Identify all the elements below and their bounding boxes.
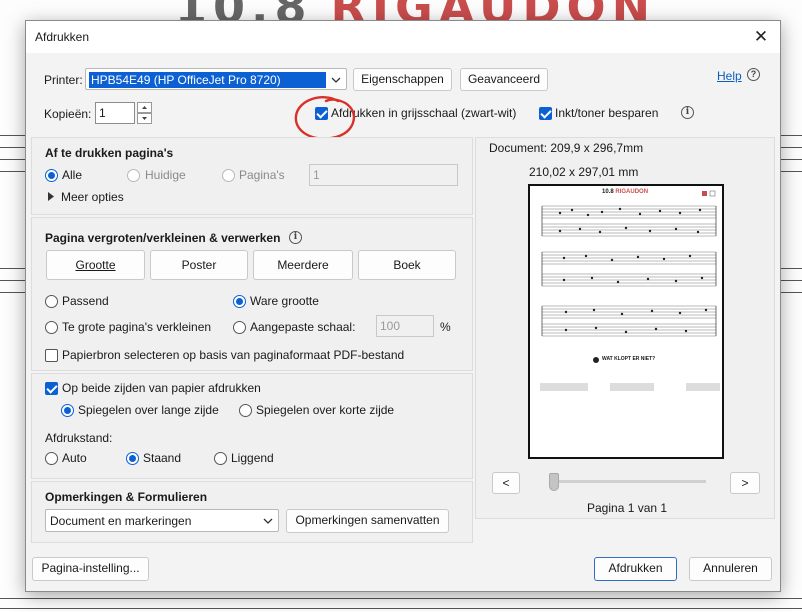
tab-size-label: Grootte — [75, 258, 116, 272]
printer-select[interactable]: HPB54E49 (HP OfficeJet Pro 8720) — [85, 68, 347, 90]
tab-multiple[interactable]: Meerdere — [253, 250, 353, 280]
help-link[interactable]: Help — [717, 69, 742, 83]
sizing-title: Pagina vergroten/verkleinen & verwerken — [45, 231, 281, 245]
print-button[interactable]: Afdrukken — [594, 557, 677, 581]
fit-label: Passend — [62, 294, 109, 308]
duplex-label: Op beide zijden van papier afdrukken — [62, 381, 261, 395]
tab-size[interactable]: Grootte — [46, 250, 145, 280]
comments-title: Opmerkingen & Formulieren — [45, 490, 208, 504]
orientation-landscape-label: Liggend — [231, 451, 274, 465]
tab-poster[interactable]: Poster — [150, 250, 248, 280]
orientation-auto-radio[interactable] — [45, 452, 58, 465]
chevron-down-icon — [263, 518, 273, 524]
actual-size-radio[interactable] — [233, 295, 246, 308]
dialog-title: Afdrukken — [35, 30, 90, 44]
copies-input[interactable]: 1 — [95, 102, 135, 124]
info-icon[interactable]: i — [289, 231, 302, 244]
next-page-button[interactable]: > — [730, 472, 760, 494]
pages-to-print-title: Af te drukken pagina's — [45, 146, 174, 160]
thumb-music-notation — [540, 190, 720, 391]
close-icon[interactable]: ✕ — [750, 26, 772, 48]
page-setup-button[interactable]: Pagina-instelling... — [32, 557, 149, 581]
thumb-question: WAT KLOPT ER NIET? — [602, 356, 656, 362]
pages-range-label: Pagina's — [239, 168, 285, 182]
staff-line — [0, 598, 802, 599]
short-edge-label: Spiegelen over korte zijde — [256, 403, 395, 417]
print-dialog: Afdrukken ✕ Printer: HPB54E49 (HP Office… — [25, 20, 781, 592]
paper-size-label: 210,02 x 297,01 mm — [529, 165, 639, 179]
printer-label: Printer: — [44, 73, 83, 87]
help-icon[interactable]: ? — [747, 68, 760, 81]
pages-range-input[interactable]: 1 — [309, 164, 458, 186]
preview-page-thumbnail: 10.8 RIGAUDON WAT KLOPT ER NIET? — [528, 184, 724, 459]
orientation-landscape-radio[interactable] — [214, 452, 227, 465]
orientation-auto-label: Auto — [62, 451, 87, 465]
pages-current-label: Huidige — [145, 168, 186, 182]
summarize-comments-button[interactable]: Opmerkingen samenvatten — [286, 509, 449, 533]
shrink-oversized-label: Te grote pagina's verkleinen — [62, 320, 212, 334]
copies-label: Kopieën: — [44, 107, 92, 121]
orientation-label: Afdrukstand: — [45, 431, 113, 445]
paper-source-checkbox[interactable] — [45, 349, 58, 362]
duplex-panel: Op beide zijden van papier afdrukken Spi… — [31, 373, 473, 479]
page-slider-thumb[interactable] — [549, 473, 559, 491]
actual-size-label: Ware grootte — [250, 294, 319, 308]
long-edge-label: Spiegelen over lange zijde — [78, 403, 219, 417]
save-ink-label: Inkt/toner besparen — [555, 106, 659, 120]
comments-select[interactable]: Document en markeringen — [45, 509, 279, 532]
custom-scale-input[interactable]: 100 — [376, 315, 434, 337]
custom-scale-radio[interactable] — [233, 321, 246, 334]
custom-scale-label: Aangepaste schaal: — [250, 320, 356, 334]
printer-select-value: HPB54E49 (HP OfficeJet Pro 8720) — [89, 72, 326, 88]
comments-select-value: Document en markeringen — [50, 514, 192, 528]
chevron-down-icon — [331, 77, 341, 83]
prev-page-button[interactable]: < — [492, 472, 520, 494]
chevron-up-icon — [142, 106, 147, 109]
document-size-label: Document: 209,9 x 296,7mm — [489, 141, 644, 155]
title-bar: Afdrukken ✕ — [26, 21, 780, 53]
info-icon[interactable]: i — [681, 106, 694, 119]
cancel-button[interactable]: Annuleren — [689, 557, 772, 581]
long-edge-radio[interactable] — [61, 404, 74, 417]
tab-booklet[interactable]: Boek — [358, 250, 456, 280]
staff-line — [0, 608, 802, 609]
pages-all-label: Alle — [62, 168, 83, 182]
pages-range-radio[interactable] — [222, 169, 235, 182]
page-indicator: Pagina 1 van 1 — [587, 501, 668, 515]
page-slider-track[interactable] — [549, 480, 706, 483]
shrink-oversized-radio[interactable] — [45, 321, 58, 334]
copies-stepper[interactable] — [137, 102, 152, 124]
orientation-portrait-label: Staand — [143, 451, 182, 465]
stepper-up[interactable] — [137, 102, 152, 113]
sizing-panel: Pagina vergroten/verkleinen & verwerken … — [31, 217, 473, 371]
pages-all-radio[interactable] — [45, 169, 58, 182]
short-edge-radio[interactable] — [239, 404, 252, 417]
percent-label: % — [440, 320, 451, 334]
chevron-down-icon — [142, 117, 147, 120]
comments-panel: Opmerkingen & Formulieren Document en ma… — [31, 481, 473, 543]
paper-source-label: Papierbron selecteren op basis van pagin… — [62, 348, 405, 362]
stepper-down[interactable] — [137, 113, 152, 124]
advanced-button[interactable]: Geavanceerd — [460, 68, 548, 91]
fit-radio[interactable] — [45, 295, 58, 308]
save-ink-checkbox[interactable] — [539, 107, 552, 120]
pages-to-print-panel: Af te drukken pagina's Alle Huidige Pagi… — [31, 137, 473, 215]
duplex-checkbox[interactable] — [45, 382, 58, 395]
pages-current-radio[interactable] — [127, 169, 140, 182]
properties-button[interactable]: Eigenschappen — [353, 68, 452, 91]
more-options-link[interactable]: Meer opties — [61, 190, 124, 204]
triangle-right-icon[interactable] — [47, 192, 55, 201]
orientation-portrait-radio[interactable] — [126, 452, 139, 465]
